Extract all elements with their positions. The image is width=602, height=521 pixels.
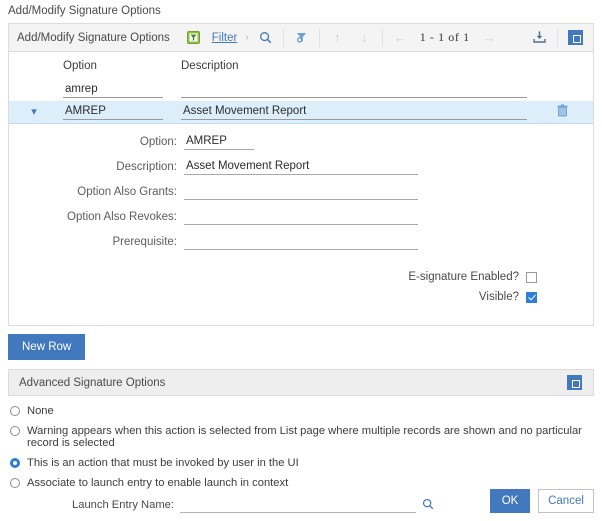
search-icon[interactable] — [252, 27, 279, 48]
launch-entry-input[interactable] — [179, 497, 416, 513]
radio-option-none[interactable]: None — [10, 405, 594, 417]
signature-options-panel: Add/Modify Signature Options Filter › ↑ … — [8, 23, 594, 326]
advanced-section-title: Advanced Signature Options — [19, 376, 166, 389]
field-row-option: Option: — [9, 134, 593, 150]
checkbox-row-visible: Visible? — [9, 291, 593, 303]
field-label-description: Description: — [116, 161, 177, 173]
field-row-option-also-revokes: Option Also Revokes: — [9, 209, 593, 225]
toolbar-divider — [381, 28, 383, 47]
previous-page-button[interactable]: ← — [387, 27, 414, 48]
sort-asc-glyph: ↑ — [333, 30, 341, 45]
row-input-description[interactable] — [181, 104, 527, 120]
filter-cell-description — [177, 79, 531, 101]
section-title: Add/Modify Signature Options — [17, 31, 170, 44]
row-delete-button[interactable] — [531, 101, 593, 124]
field-input-option-also-revokes[interactable] — [184, 209, 418, 225]
pager-text: 1 - 1 of 1 — [419, 30, 470, 44]
radio-button-user-invoked[interactable] — [10, 458, 20, 468]
prev-arrow-glyph: ← — [393, 30, 407, 45]
table-filter-icon[interactable] — [180, 27, 207, 48]
table-filter-row — [9, 79, 593, 101]
column-header-description: Description — [181, 60, 239, 72]
field-label-option-also-revokes: Option Also Revokes: — [67, 211, 177, 223]
radio-button-warning[interactable] — [10, 426, 20, 436]
next-page-button[interactable]: → — [476, 27, 503, 48]
maximize-icon[interactable] — [562, 27, 589, 48]
filter-cell-option — [59, 79, 177, 101]
checkbox-visible[interactable] — [526, 291, 537, 303]
advanced-maximize-icon[interactable] — [561, 372, 588, 393]
radio-button-launch-entry[interactable] — [10, 478, 20, 488]
table-header-row: Option Description — [9, 52, 593, 79]
checkbox-label-esignature: E-signature Enabled? — [408, 271, 519, 283]
sort-asc-icon[interactable]: ↑ — [324, 27, 351, 48]
signature-option-detail-form: Option: Description: Option Also Grants:… — [9, 124, 593, 317]
advanced-signature-options-header[interactable]: Advanced Signature Options — [8, 369, 594, 396]
row-input-option[interactable] — [63, 104, 163, 120]
cancel-button[interactable]: Cancel — [538, 489, 594, 513]
delete-column-header — [531, 52, 593, 79]
download-icon[interactable] — [526, 27, 553, 48]
sort-desc-icon[interactable]: ↓ — [351, 27, 378, 48]
chevron-right-icon[interactable]: › — [242, 32, 251, 43]
clear-filter-icon[interactable] — [288, 27, 315, 48]
radio-label-warning: Warning appears when this action is sele… — [27, 425, 582, 449]
filter-row-spacer — [9, 79, 59, 101]
ok-button[interactable]: OK — [490, 489, 530, 513]
radio-option-launch-entry[interactable]: Associate to launch entry to enable laun… — [10, 477, 594, 489]
row-expand-toggle[interactable]: ▾ — [9, 101, 59, 124]
radio-option-user-invoked[interactable]: This is an action that must be invoked b… — [10, 457, 594, 469]
field-row-option-also-grants: Option Also Grants: — [9, 184, 593, 200]
radio-label-user-invoked: This is an action that must be invoked b… — [27, 457, 299, 469]
signature-options-table: Option Description ▾ — [9, 52, 593, 124]
toolbar-divider — [557, 28, 558, 47]
toolbar-divider — [318, 28, 320, 47]
filter-input-option[interactable] — [63, 82, 163, 98]
field-input-prerequisite[interactable] — [184, 234, 418, 250]
field-label-prerequisite: Prerequisite: — [112, 236, 177, 248]
toolbar-divider — [282, 28, 284, 47]
radio-label-none: None — [27, 405, 54, 417]
field-label-option-also-grants: Option Also Grants: — [77, 186, 177, 198]
new-row-area: New Row — [0, 326, 602, 369]
maximize-glyph — [568, 30, 583, 45]
trash-icon — [557, 104, 567, 117]
checkbox-label-visible: Visible? — [478, 291, 519, 303]
radio-button-none[interactable] — [10, 406, 20, 416]
advanced-maximize-glyph — [567, 375, 582, 390]
table-row[interactable]: ▾ — [9, 101, 593, 124]
field-input-option[interactable] — [184, 134, 254, 150]
new-row-button[interactable]: New Row — [8, 334, 86, 360]
launch-entry-label: Launch Entry Name: — [72, 499, 174, 511]
column-header-option: Option — [63, 60, 97, 72]
page-title: Add/Modify Signature Options — [8, 5, 161, 17]
chevron-down-icon: ▾ — [31, 106, 37, 118]
next-arrow-glyph: → — [482, 30, 496, 45]
field-label-option: Option: — [139, 136, 177, 148]
filter-row-spacer-right — [531, 79, 593, 101]
radio-option-warning[interactable]: Warning appears when this action is sele… — [10, 425, 594, 449]
expand-column-header — [9, 52, 59, 79]
radio-label-launch-entry: Associate to launch entry to enable laun… — [27, 477, 289, 489]
field-row-description: Description: — [9, 159, 593, 175]
field-input-option-also-grants[interactable] — [184, 184, 418, 200]
section-toolbar: Add/Modify Signature Options Filter › ↑ … — [9, 24, 593, 52]
sort-desc-glyph: ↓ — [360, 30, 368, 45]
checkbox-esignature-enabled[interactable] — [526, 271, 537, 283]
filter-link[interactable]: Filter — [207, 32, 243, 44]
filter-input-description[interactable] — [181, 82, 527, 98]
field-input-description[interactable] — [184, 159, 418, 175]
panel-bottom-border — [9, 317, 593, 326]
launch-entry-search-icon[interactable] — [422, 498, 434, 513]
row-cell-option — [59, 101, 177, 124]
dialog-footer: OK Cancel — [490, 489, 594, 513]
field-row-prerequisite: Prerequisite: — [9, 234, 593, 250]
checkbox-row-esignature: E-signature Enabled? — [9, 271, 593, 283]
row-cell-description — [177, 101, 531, 124]
